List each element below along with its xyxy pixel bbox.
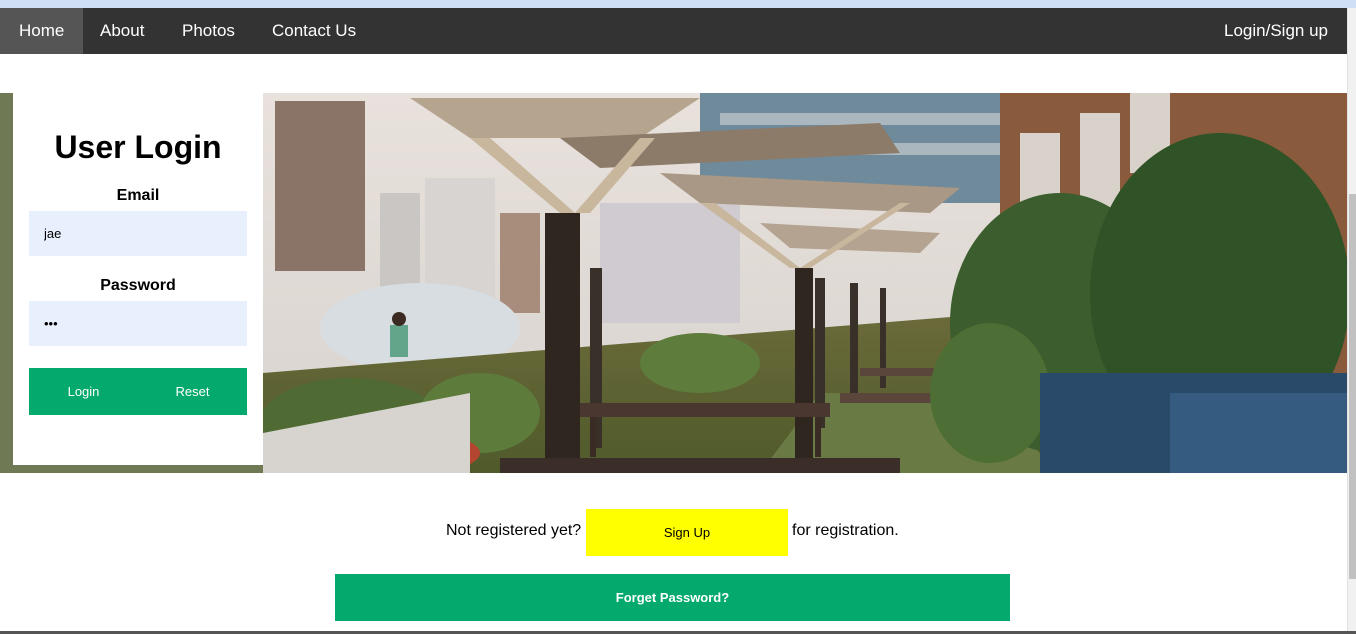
nav-login-signup[interactable]: Login/Sign up xyxy=(1205,8,1347,54)
reset-button[interactable]: Reset xyxy=(138,368,247,415)
forget-password-button[interactable]: Forget Password? xyxy=(335,574,1010,621)
registration-suffix-text: for registration. xyxy=(792,522,899,539)
email-label: Email xyxy=(116,187,160,204)
login-title: User Login xyxy=(54,129,222,165)
login-button-row: Login Reset xyxy=(29,368,247,415)
nav-about[interactable]: About xyxy=(81,8,163,54)
nav-photos[interactable]: Photos xyxy=(163,8,254,54)
login-card: User Login Email Password Login Reset xyxy=(13,93,263,465)
login-button[interactable]: Login xyxy=(29,368,138,415)
browser-top-strip xyxy=(0,0,1356,8)
top-navbar: Home About Photos Contact Us Login/Sign … xyxy=(0,8,1347,54)
registration-prefix-text: Not registered yet? xyxy=(446,522,582,539)
nav-home[interactable]: Home xyxy=(0,8,84,54)
signup-button[interactable]: Sign Up xyxy=(586,509,788,556)
registration-prompt: Not registered yet? Sign Up for registra… xyxy=(0,508,1347,556)
page-scrollbar[interactable] xyxy=(1347,8,1356,634)
scrollbar-thumb[interactable] xyxy=(1349,194,1356,579)
password-field[interactable] xyxy=(29,301,247,346)
nav-contact-us[interactable]: Contact Us xyxy=(253,8,375,54)
password-label: Password xyxy=(100,277,176,294)
email-field[interactable] xyxy=(29,211,247,256)
